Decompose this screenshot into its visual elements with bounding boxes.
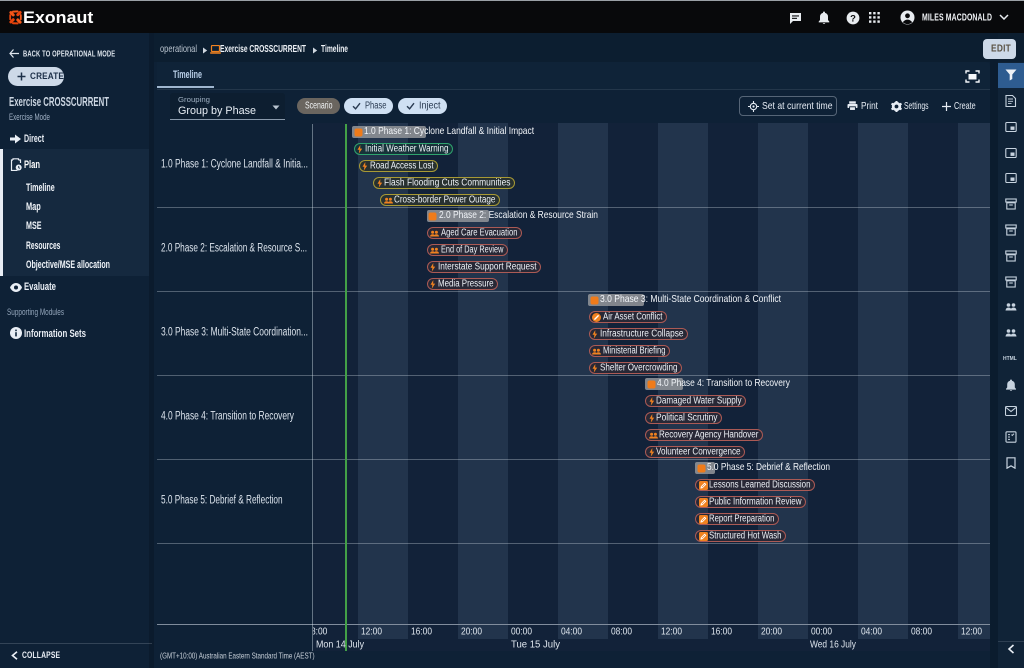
svg-text:?: ?	[850, 13, 856, 24]
